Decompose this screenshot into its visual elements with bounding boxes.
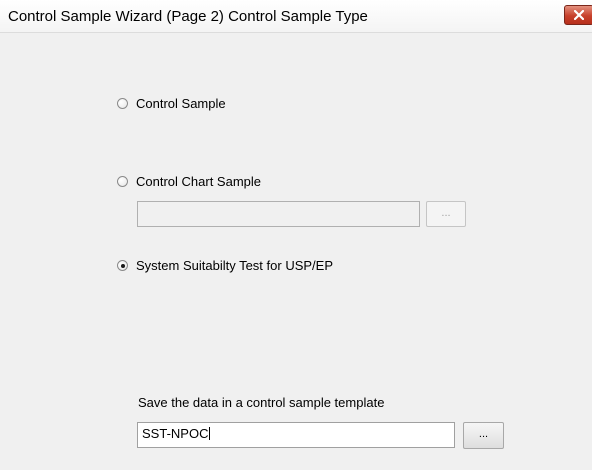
- wizard-window: Control Sample Wizard (Page 2) Control S…: [0, 0, 592, 470]
- template-label: Save the data in a control sample templa…: [138, 395, 385, 410]
- template-name-value: SST-NPOC: [142, 426, 209, 441]
- radio-button-system-suitability[interactable]: [117, 260, 128, 271]
- text-caret: [209, 427, 211, 440]
- radio-button-control-chart-sample[interactable]: [117, 176, 128, 187]
- radio-label-system-suitability: System Suitabilty Test for USP/EP: [136, 258, 333, 273]
- radio-label-control-chart-sample: Control Chart Sample: [136, 174, 261, 189]
- title-bar: Control Sample Wizard (Page 2) Control S…: [0, 0, 592, 33]
- control-chart-browse-button[interactable]: ...: [426, 201, 466, 227]
- radio-control-chart-sample[interactable]: Control Chart Sample: [117, 174, 261, 189]
- close-icon: [574, 10, 584, 20]
- control-chart-field[interactable]: [137, 201, 420, 227]
- radio-button-control-sample[interactable]: [117, 98, 128, 109]
- radio-control-sample[interactable]: Control Sample: [117, 96, 226, 111]
- radio-system-suitability[interactable]: System Suitabilty Test for USP/EP: [117, 258, 333, 273]
- template-browse-button[interactable]: ...: [463, 422, 504, 449]
- radio-label-control-sample: Control Sample: [136, 96, 226, 111]
- template-name-input[interactable]: SST-NPOC: [137, 422, 455, 448]
- window-title: Control Sample Wizard (Page 2) Control S…: [8, 8, 368, 25]
- close-button[interactable]: [564, 5, 592, 25]
